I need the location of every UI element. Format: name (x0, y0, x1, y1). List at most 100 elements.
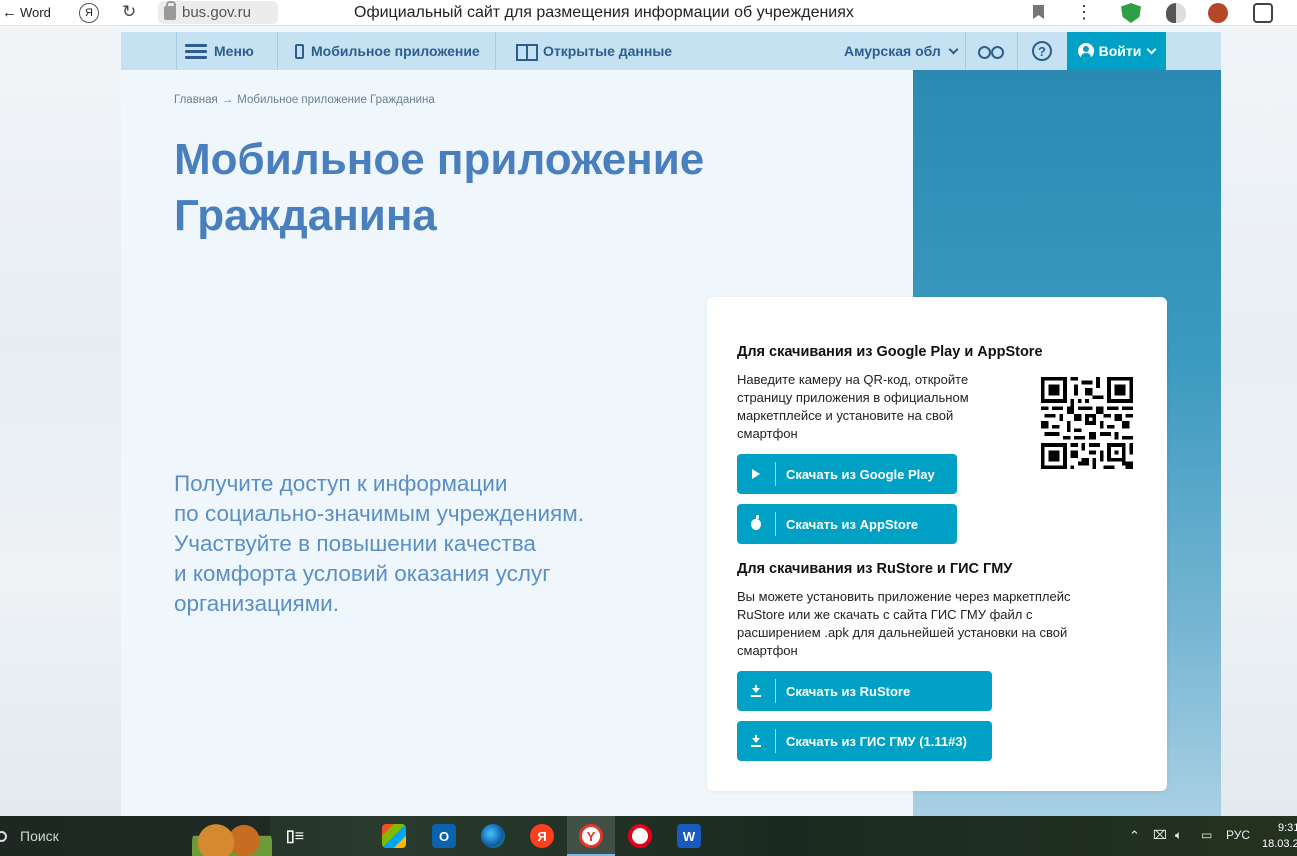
description-line: Вы можете установить приложение через ма… (737, 589, 1071, 604)
gis-gmu-label: Скачать из ГИС ГМУ (1.11#3) (786, 733, 967, 749)
reload-icon[interactable]: ↻ (122, 2, 136, 22)
yandex-icon[interactable]: Я (530, 824, 554, 848)
download-card: Для скачивания из Google Play и AppStore… (707, 297, 1167, 791)
breadcrumb-current: Мобильное приложение Гражданина (237, 94, 435, 106)
microsoft-store-icon[interactable] (382, 824, 406, 848)
protect-shield-icon[interactable] (1121, 3, 1141, 23)
nav-open-data[interactable]: Открытые данные (516, 32, 672, 70)
app-store-button[interactable]: Скачать из AppStore (737, 504, 957, 544)
google-play-button[interactable]: Скачать из Google Play (737, 454, 957, 494)
page-tab-title: Официальный сайт для размещения информац… (354, 4, 854, 21)
login-button[interactable]: Войти (1067, 32, 1166, 70)
lead-line: по социально-значимым учреждениям. (174, 501, 584, 526)
description-line: расширением .apk для дальнейшей установк… (737, 625, 1068, 640)
task-view-icon[interactable]: ▯≡ (283, 824, 307, 848)
google-play-icon (737, 454, 775, 494)
region-label: Амурская обл (844, 43, 941, 59)
open-book-icon (516, 43, 538, 61)
breadcrumb: Главная → Мобильное приложение Гражданин… (174, 94, 435, 106)
volume-icon[interactable]: 🔈︎ (1175, 828, 1182, 843)
button-separator (775, 679, 776, 703)
chevron-down-icon (1146, 44, 1157, 54)
apple-icon (737, 504, 775, 544)
language-indicator[interactable]: РУС (1226, 828, 1250, 842)
lead-line: организациями. (174, 591, 340, 616)
url-text: bus.gov.ru (182, 4, 251, 21)
page-background-left (0, 26, 121, 816)
address-bar[interactable]: bus.gov.ru (158, 0, 278, 24)
help-button[interactable]: ? (1032, 32, 1052, 70)
login-label: Войти (1098, 43, 1142, 59)
yandex-home-icon[interactable]: Я (79, 3, 99, 23)
back-button[interactable]: ← Word (2, 4, 51, 21)
search-highlight-image (192, 822, 272, 856)
section-heading-stores: Для скачивания из Google Play и AppStore (737, 344, 1043, 360)
lead-line: и комфорта условий оказания услуг (174, 561, 551, 586)
nav-mobile-app-label: Мобильное приложение (311, 43, 480, 59)
breadcrumb-separator-icon: → (221, 94, 234, 106)
google-play-label: Скачать из Google Play (786, 466, 935, 482)
button-separator (775, 512, 776, 536)
tray-chevron-up-icon[interactable]: ⌃ (1129, 828, 1140, 844)
description-line: страницу приложения в официальном (737, 390, 969, 405)
word-icon[interactable]: W (677, 824, 701, 848)
section-heading-rustore: Для скачивания из RuStore и ГИС ГМУ (737, 561, 1013, 577)
nav-divider (965, 32, 966, 70)
rustore-button[interactable]: Скачать из RuStore (737, 671, 992, 711)
yandex-browser-icon[interactable]: Y (579, 824, 603, 848)
opera-icon[interactable]: O (628, 824, 652, 848)
button-separator (775, 462, 776, 486)
download-icon (737, 721, 775, 761)
search-icon (0, 830, 7, 842)
top-navigation: Меню Мобильное приложение Открытые данны… (121, 32, 1221, 70)
menu-button[interactable]: Меню (185, 32, 254, 70)
rustore-description: Вы можете установить приложение через ма… (737, 588, 1071, 660)
lock-icon (164, 0, 176, 20)
accessibility-button[interactable] (978, 32, 1004, 70)
page-title-line: Мобильное приложение (174, 135, 705, 184)
glasses-icon (978, 45, 1004, 59)
bookmark-icon[interactable] (1033, 5, 1044, 19)
extension-avatar-icon[interactable] (1208, 3, 1228, 23)
breadcrumb-home-link[interactable]: Главная (174, 94, 218, 106)
extensions-puzzle-icon[interactable] (1253, 3, 1273, 23)
lead-text: Получите доступ к информации по социальн… (174, 469, 734, 619)
search-placeholder: Поиск (20, 828, 59, 844)
back-arrow-icon: ← (2, 4, 17, 21)
nav-divider (1017, 32, 1018, 70)
help-icon: ? (1032, 41, 1052, 61)
outlook-icon[interactable]: O (432, 824, 456, 848)
hamburger-icon (185, 44, 207, 59)
chevron-down-icon (948, 44, 959, 54)
qr-code (1041, 377, 1133, 469)
phone-icon (295, 43, 304, 59)
description-line: Наведите камеру на QR-код, откройте (737, 372, 969, 387)
more-options-icon[interactable]: ⋮ (1075, 2, 1093, 23)
menu-label: Меню (214, 43, 254, 59)
back-label: Word (20, 5, 51, 20)
system-clock[interactable]: 9:31 18.03.2 (1262, 820, 1297, 852)
nav-open-data-label: Открытые данные (543, 43, 673, 59)
lead-line: Участвуйте в повышении качества (174, 531, 536, 556)
nav-mobile-app[interactable]: Мобильное приложение (295, 32, 480, 70)
extension-icon[interactable] (1166, 3, 1186, 23)
user-icon (1077, 43, 1094, 59)
meet-now-icon[interactable]: ⌧ (1153, 828, 1167, 842)
nav-divider (277, 32, 278, 70)
clock-time: 9:31 (1278, 822, 1297, 834)
windows-taskbar: Поиск ▯≡ O Я Y O W ⌃ ⌧ 🔈︎ ▭ РУС 9:31 18.… (0, 816, 1297, 856)
gis-gmu-button[interactable]: Скачать из ГИС ГМУ (1.11#3) (737, 721, 992, 761)
description-line: маркетплейсе и установите на свой (737, 408, 954, 423)
page-title-line: Гражданина (174, 191, 437, 240)
button-separator (775, 729, 776, 753)
clock-date: 18.03.2 (1262, 838, 1297, 850)
description-line: смартфон (737, 426, 798, 441)
region-selector[interactable]: Амурская обл (844, 32, 959, 70)
edge-icon[interactable] (481, 824, 505, 848)
stores-description: Наведите камеру на QR-код, откройте стра… (737, 371, 969, 443)
description-line: RuStore или же скачать с сайта ГИС ГМУ ф… (737, 607, 1033, 622)
page-background-right (1221, 26, 1297, 816)
network-icon[interactable]: ▭ (1201, 828, 1212, 842)
lead-line: Получите доступ к информации (174, 471, 508, 496)
site-container: Меню Мобильное приложение Открытые данны… (121, 26, 1221, 816)
